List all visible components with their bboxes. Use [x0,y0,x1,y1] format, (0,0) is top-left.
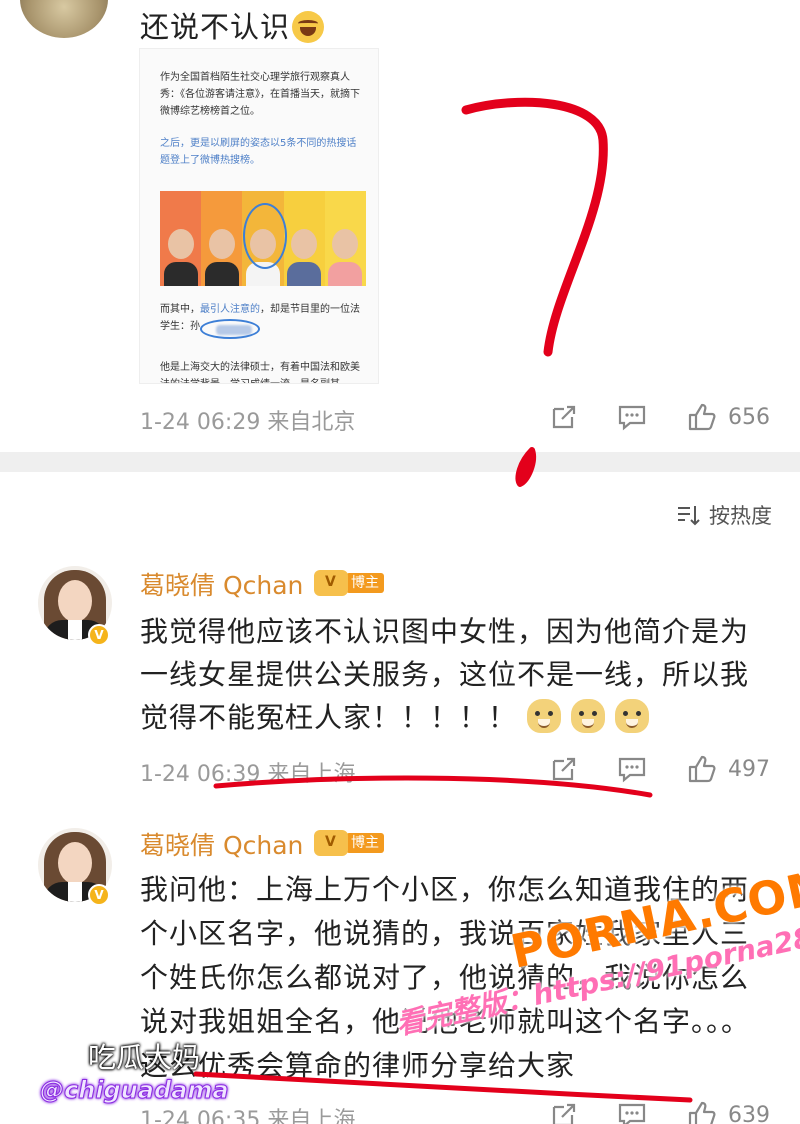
poster-panel [283,191,325,286]
share-button[interactable] [548,1098,580,1124]
highlight-circle [243,203,287,269]
verified-badge-icon: V [88,884,110,906]
poster-panel [160,191,202,286]
like-count: 497 [728,756,770,782]
avatar[interactable] [20,0,108,38]
like-button[interactable]: 639 [686,1098,770,1124]
top-post: 还说不认识 作为全国首档陌生社交心理学旅行观察真人秀：《各位游客请注意》，在首播… [0,0,800,452]
poster-panel [324,191,367,286]
share-icon [552,1103,576,1124]
laughing-emoji-icon [292,11,325,43]
comment-button[interactable] [616,752,648,786]
sort-label: 按热度 [709,504,772,528]
comment-icon [618,1103,646,1124]
article-paragraph: 之后，更是以刷屏的姿态以5条不同的热搜话题登上了微博热搜榜。 [160,138,357,166]
post-time: 1-24 06:29 来自北京 [140,410,356,435]
like-count: 656 [728,404,770,430]
author-badge: 博主 [314,570,384,596]
comment-text-content: 我觉得他应该不认识图中女性，因为他简介是为一线女星提供公关服务，这位不是一线，所… [140,615,750,734]
thumbs-up-icon [688,755,716,783]
doge-emoji-icon [527,699,562,733]
share-icon [552,405,576,429]
thumbs-up-icon [688,1101,716,1124]
article-paragraph: 作为全国首档陌生社交心理学旅行观察真人秀：《各位游客请注意》，在首播当天，就摘下… [160,72,360,117]
doge-emoji-icon [615,699,650,733]
like-button[interactable]: 656 [686,400,770,434]
doge-emoji-icon [571,699,606,733]
comment-username[interactable]: 葛晓倩 Qchan [140,566,303,602]
comment-meta: 1-24 06:35 来自上海 639 [140,1098,780,1124]
share-button[interactable] [548,752,580,786]
author-tag: 博主 [346,833,384,853]
highlight-circle [200,319,260,339]
article-paragraph: 他是上海交大的法律硕士，有着中国法和欧美法的法学背景，学习成绩一流，是名副其 [160,362,360,383]
poster-panel [201,191,243,286]
crown-icon [314,570,348,596]
article-paragraph: 而其中，最引人注意的，却是节目里的一位法学生：孙 [160,304,360,332]
comment-text: 我觉得他应该不认识图中女性，因为他简介是为一线女星提供公关服务，这位不是一线，所… [140,610,770,739]
share-icon [552,757,576,781]
comment-username[interactable]: 葛晓倩 Qchan [140,826,303,862]
comment-time: 1-24 06:39 来自上海 [140,762,356,787]
comment-meta: 1-24 06:39 来自上海 497 [140,752,780,788]
post-meta: 1-24 06:29 来自北京 656 [140,400,780,436]
comment-time: 1-24 06:35 来自上海 [140,1108,356,1124]
verified-badge-icon: V [88,624,110,646]
like-count: 639 [728,1102,770,1124]
share-button[interactable] [548,400,580,434]
comment-button[interactable] [616,400,648,434]
comment-button[interactable] [616,1098,648,1124]
sort-icon [678,506,700,526]
comment-icon [618,405,646,431]
post-text: 还说不认识 [140,4,325,46]
comment-text: 我问他：上海上万个小区，你怎么知道我住的两个小区名字，他说猜的，我说百家姓我家里… [140,873,751,1082]
like-button[interactable]: 497 [686,752,770,786]
thumbs-up-icon [688,403,716,431]
comment-icon [618,757,646,783]
sort-by-hot-button[interactable]: 按热度 [675,500,772,530]
author-badge: 博主 [314,830,384,856]
post-text-content: 还说不认识 [140,10,291,44]
crown-icon [314,830,348,856]
embedded-article-image[interactable]: 作为全国首档陌生社交心理学旅行观察真人秀：《各位游客请注意》，在首播当天，就摘下… [139,48,379,384]
author-tag: 博主 [346,573,384,593]
section-divider [0,452,800,472]
